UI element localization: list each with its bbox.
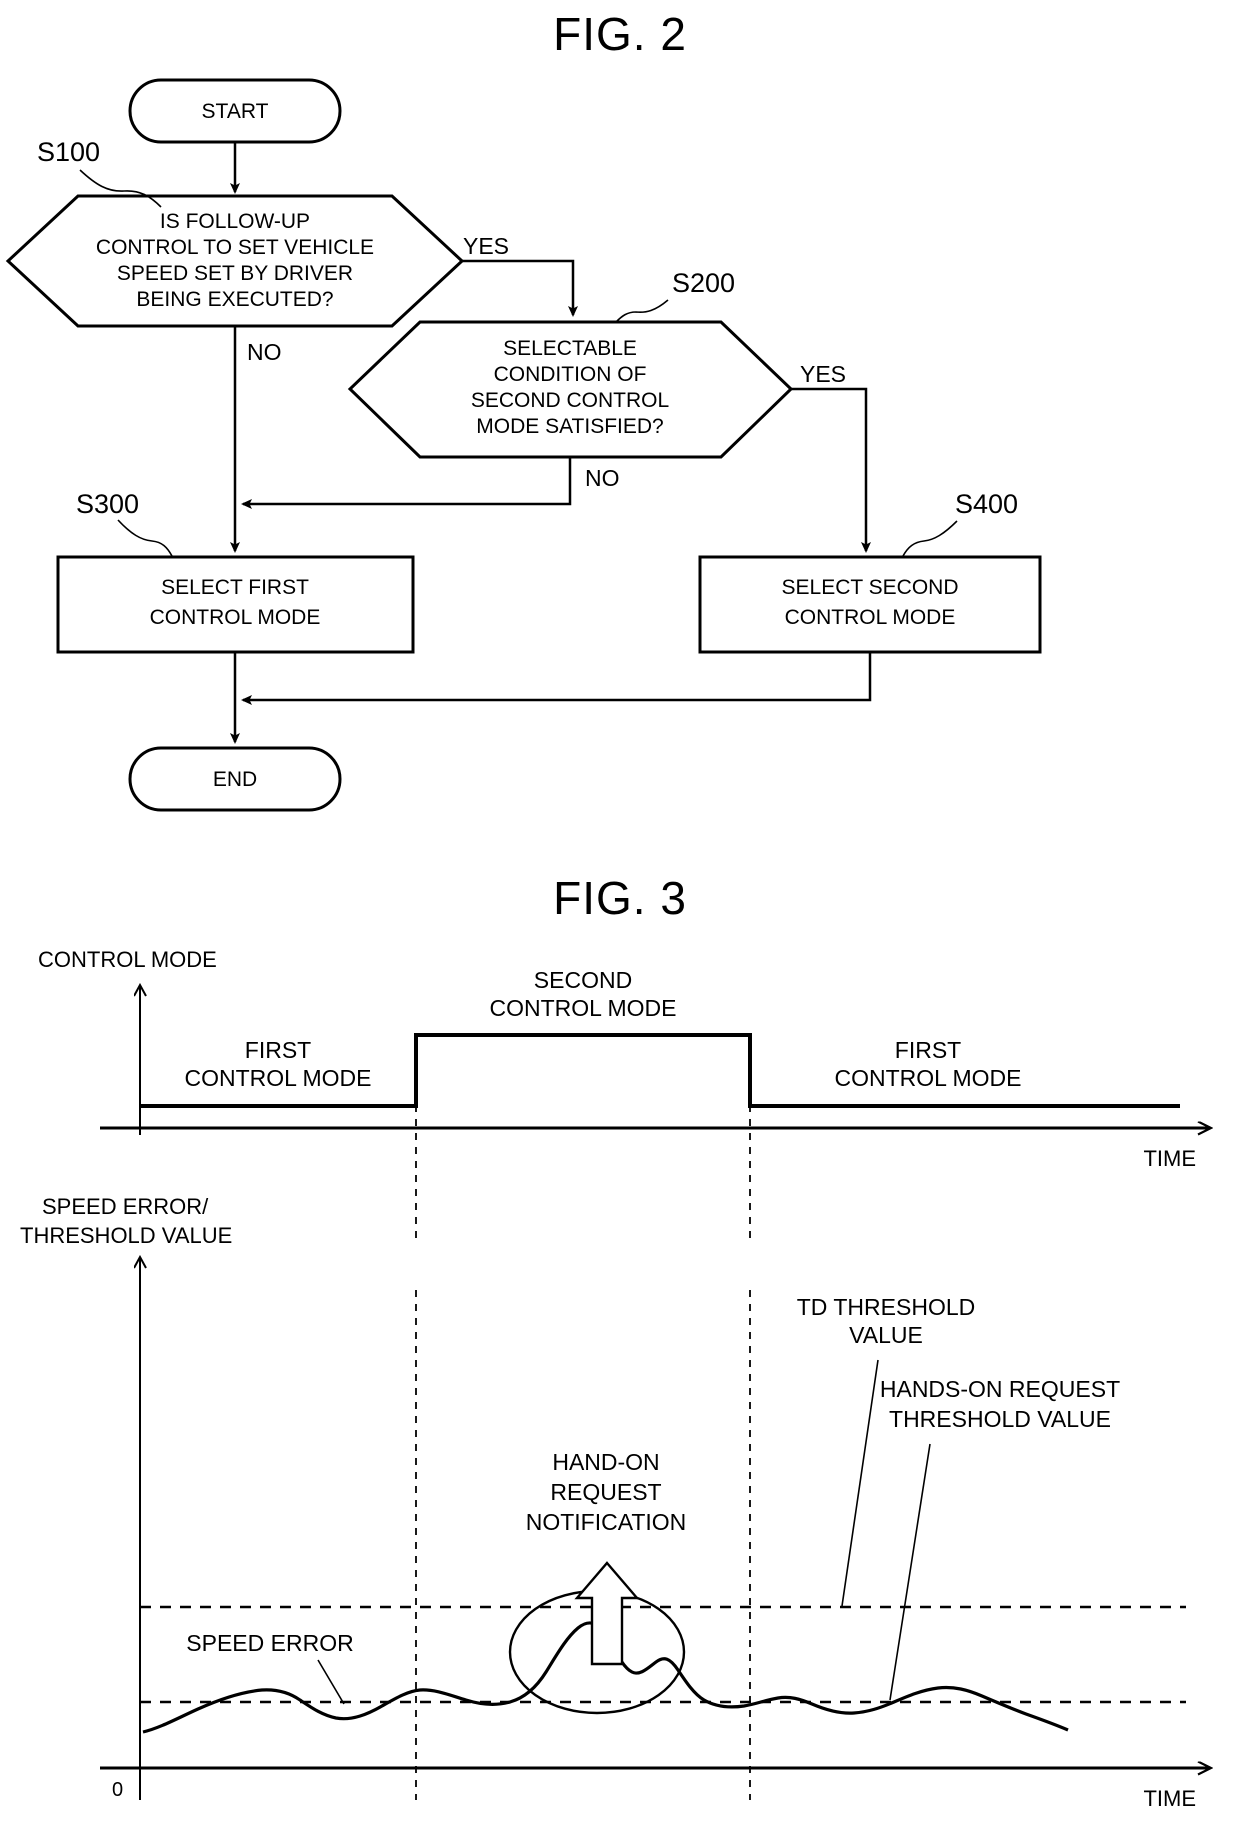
s100-label-line4: BEING EXECUTED? (136, 288, 333, 311)
s400-leader-line (902, 520, 958, 557)
patent-figure-page: FIG. 2 START IS FOLLOW-UP CONTROL TO SET… (0, 0, 1240, 1838)
s400-step-number: S400 (955, 489, 1018, 519)
lower-chart-origin-label: 0 (112, 1779, 123, 1801)
s100-label-line3: SPEED SET BY DRIVER (117, 262, 353, 285)
td-threshold-label-line1: TD THRESHOLD (797, 1294, 976, 1320)
edge-s200-no-to-s300 (241, 457, 572, 509)
fig3-title: FIG. 3 (553, 872, 687, 924)
hand-on-request-up-arrow (574, 1561, 640, 1666)
s100-no-label: NO (247, 339, 282, 365)
s200-no-label: NO (585, 465, 620, 491)
s200-step-number: S200 (672, 268, 735, 298)
hands-on-threshold-leader-line (889, 1443, 931, 1701)
upper-chart-first-mode-right-line1: FIRST (895, 1037, 961, 1063)
upper-chart-first-mode-left-line2: CONTROL MODE (185, 1065, 372, 1091)
s400-label-line2: CONTROL MODE (785, 606, 956, 629)
edge-s100-yes-to-s200 (462, 259, 578, 317)
edge-s200-yes-to-s400 (791, 387, 871, 553)
upper-chart-first-mode-left-line1: FIRST (245, 1037, 311, 1063)
speed-error-series-label: SPEED ERROR (186, 1630, 353, 1656)
upper-chart-second-mode-line2: CONTROL MODE (490, 995, 677, 1021)
upper-chart-second-mode-line1: SECOND (534, 967, 632, 993)
s200-label-line2: CONDITION OF (494, 363, 647, 386)
upper-chart-first-mode-right-line2: CONTROL MODE (835, 1065, 1022, 1091)
end-node-label: END (213, 768, 257, 791)
hands-on-threshold-label-line1: HANDS-ON REQUEST (880, 1376, 1120, 1402)
s200-label-line1: SELECTABLE (503, 337, 637, 360)
hands-on-threshold-label-line2: THRESHOLD VALUE (889, 1406, 1111, 1432)
speed-error-leader-line (317, 1659, 345, 1705)
lower-chart-y-axis-label-line1: SPEED ERROR/ (42, 1194, 209, 1219)
s100-label-line2: CONTROL TO SET VEHICLE (96, 236, 374, 259)
lower-chart-x-axis-label: TIME (1143, 1786, 1196, 1811)
s400-process-node (698, 555, 1042, 654)
start-node-label: START (202, 100, 269, 123)
edge-s400-to-merge (241, 652, 872, 705)
s200-label-line3: SECOND CONTROL (471, 389, 669, 412)
s300-label-line2: CONTROL MODE (150, 606, 321, 629)
upper-chart-y-axis-label: CONTROL MODE (38, 947, 217, 972)
s200-leader-line (615, 299, 669, 323)
td-threshold-leader-line (841, 1359, 879, 1607)
s300-process-node (56, 555, 415, 654)
s300-step-number: S300 (76, 489, 139, 519)
s200-yes-label: YES (800, 361, 846, 387)
s300-leader-line (117, 519, 173, 557)
lower-chart-y-axis-label-line2: THRESHOLD VALUE (20, 1223, 232, 1248)
patent-drawing-sheet: FIG. 2 START IS FOLLOW-UP CONTROL TO SET… (5, 8, 1240, 1811)
hand-on-request-line3: NOTIFICATION (526, 1509, 687, 1535)
hand-on-request-line1: HAND-ON (552, 1449, 659, 1475)
hand-on-request-line2: REQUEST (550, 1479, 661, 1505)
s200-label-line4: MODE SATISFIED? (476, 415, 663, 438)
s100-yes-label: YES (463, 233, 509, 259)
s100-label-line1: IS FOLLOW-UP (160, 210, 310, 233)
upper-chart-x-axis-label: TIME (1143, 1146, 1196, 1171)
s300-label-line1: SELECT FIRST (161, 576, 309, 599)
s100-step-number: S100 (37, 137, 100, 167)
td-threshold-label-line2: VALUE (849, 1322, 923, 1348)
s400-label-line1: SELECT SECOND (782, 576, 959, 599)
fig2-title: FIG. 2 (553, 8, 687, 60)
